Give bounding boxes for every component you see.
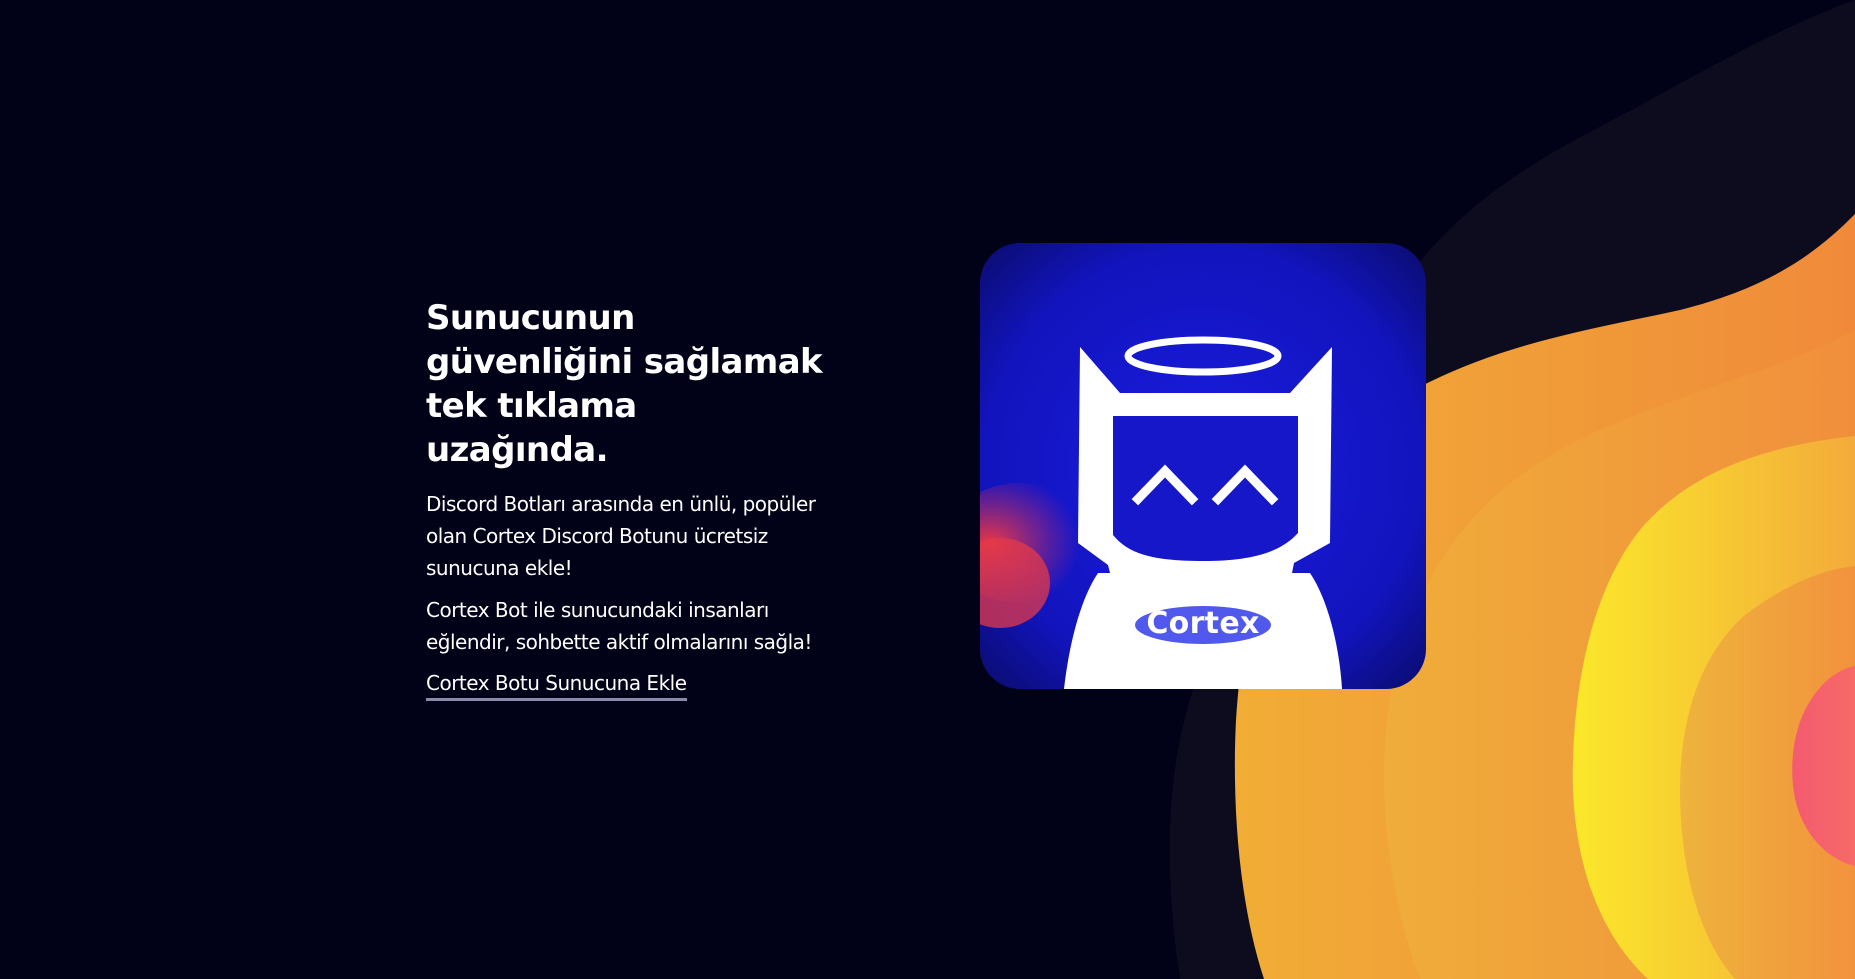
background-waves xyxy=(1169,0,1855,979)
add-bot-link[interactable]: Cortex Botu Sunucuna Ekle xyxy=(426,668,687,701)
hero-title-line: Sunucunun xyxy=(426,298,635,338)
hero-title: Sunucunun güvenliğini sağlamak tek tıkla… xyxy=(426,296,826,472)
hero-title-line: güvenliğini sağlamak xyxy=(426,342,823,382)
bot-shirt-label: Cortex xyxy=(1146,606,1260,641)
hero-description: Discord Botları arasında en ünlü, popüle… xyxy=(426,492,816,580)
hero-title-line: tek tıklama uzağında. xyxy=(426,386,637,470)
bot-avatar-card: Cortex xyxy=(980,243,1426,689)
hero-description-secondary: Cortex Bot ile sunucundaki insanları eğl… xyxy=(426,598,812,654)
hero-section: Sunucunun güvenliğini sağlamak tek tıkla… xyxy=(426,296,826,701)
